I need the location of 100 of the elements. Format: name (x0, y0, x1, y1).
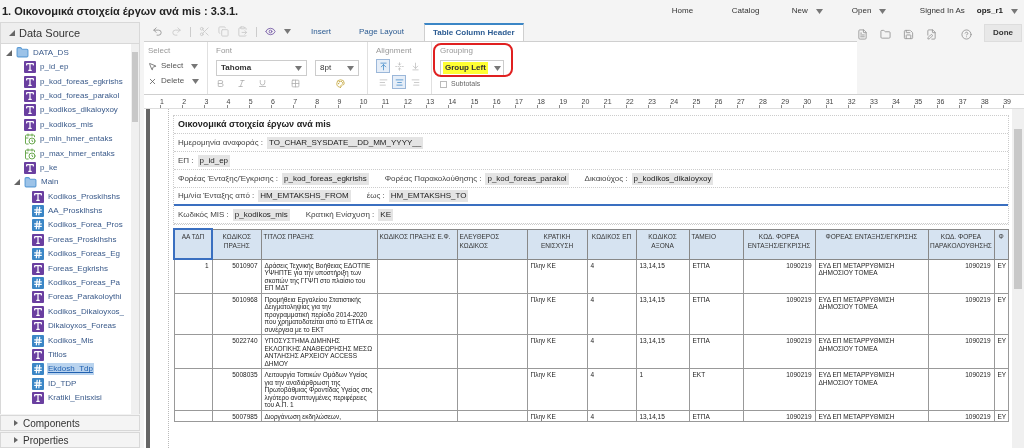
tree-item[interactable]: Kodikos_Mis (47, 334, 95, 347)
paste-icon[interactable] (237, 26, 248, 37)
collapsed-triangle-icon[interactable] (13, 437, 19, 443)
tree-item[interactable]: Kodikos_Dikaioyxos_ (47, 305, 126, 318)
align-middle-icon[interactable] (392, 59, 406, 73)
ribbon-tab[interactable]: Table Column Header (423, 23, 524, 41)
table-cell (457, 293, 527, 335)
table-cell (457, 259, 527, 293)
tree-item[interactable]: p_max_hmer_entaks (39, 147, 116, 160)
tree-item[interactable]: AA_Prosklhshs (47, 205, 104, 218)
tree-item[interactable]: DATA_DS (32, 46, 70, 59)
done-button[interactable]: Done (984, 24, 1022, 42)
tree-item[interactable]: Foreas_Prosklhshs (47, 233, 118, 246)
italic-icon[interactable] (237, 79, 246, 88)
scrollbar[interactable] (1012, 109, 1024, 448)
field-label: Ημερομηνία αναφοράς : (178, 136, 263, 149)
text-field-icon (32, 233, 44, 246)
report-title: Οικονομικά στοιχεία έργων ανά mis (178, 117, 331, 131)
expanded-triangle-icon[interactable] (9, 29, 15, 36)
user-menu[interactable]: ops_r1 (976, 5, 1003, 17)
text-field-icon (32, 305, 44, 318)
group-title: Grouping (440, 45, 474, 57)
caret-icon (284, 29, 291, 34)
caret-icon (191, 63, 199, 69)
table-cell (174, 293, 212, 335)
tree-item[interactable]: ID_TDP (47, 377, 78, 390)
color-icon[interactable] (336, 79, 345, 88)
tree-item[interactable]: Kodikos_Foreas_Pa (47, 277, 122, 290)
field-label: ΕΠ : (178, 154, 194, 167)
field-label: Κρατική Ενίσχυση : (305, 208, 375, 221)
tree-item[interactable]: Kodikos_Foreas_Eg (47, 248, 122, 261)
copy-icon[interactable] (218, 26, 229, 37)
tree-item[interactable]: Foreas_Parakoloythi (47, 291, 123, 304)
align-top-icon[interactable] (376, 59, 390, 73)
undo-icon[interactable] (152, 26, 163, 37)
font-family-select[interactable]: Tahoma (216, 60, 308, 76)
field-placeholder[interactable]: HM_EMTAKSHS_FROM (258, 190, 351, 202)
field-placeholder[interactable]: p_id_ep (197, 154, 231, 167)
ribbon-tab[interactable]: Insert (303, 23, 339, 41)
tree-item[interactable]: p_kodikos_dikaioyxoy (39, 104, 119, 117)
text-field-icon (32, 320, 44, 333)
delete-button[interactable]: Delete (148, 75, 203, 87)
expanded-triangle-icon[interactable] (6, 49, 12, 56)
folder-icon[interactable] (880, 29, 891, 40)
text-field-icon (24, 104, 36, 117)
grouping-select[interactable]: Group Left (440, 60, 504, 76)
preview-icon[interactable] (265, 26, 276, 37)
redo-icon[interactable] (171, 26, 182, 37)
align-center-icon[interactable] (392, 75, 406, 89)
number-field-icon (32, 248, 44, 261)
tree-item[interactable]: p_kod_foreas_parakol (39, 89, 121, 102)
new-document-icon[interactable] (857, 29, 868, 40)
border-icon[interactable] (291, 79, 300, 88)
field-placeholder[interactable]: TO_CHAR_SYSDATE__DD_MM_YYYY__ (267, 136, 424, 149)
field-placeholder[interactable]: KE (378, 208, 393, 221)
field-placeholder[interactable]: p_kodikos_dikaioyxoy (631, 172, 714, 185)
save-icon[interactable] (903, 29, 914, 40)
field-placeholder[interactable]: HM_EMTAKSHS_TO (388, 190, 469, 202)
save-as-icon[interactable] (926, 29, 937, 40)
expanded-triangle-icon[interactable] (14, 179, 20, 186)
scrollbar[interactable] (131, 43, 139, 414)
tree-item[interactable]: Dikaioyxos_Foreas (47, 320, 118, 333)
select-button[interactable]: Select (148, 60, 203, 72)
nav-link[interactable]: Home (671, 5, 694, 17)
tree-item[interactable]: p_kod_foreas_egkrishs (39, 75, 124, 88)
cut-icon[interactable] (199, 26, 210, 37)
bold-icon[interactable] (216, 79, 225, 88)
field-placeholder[interactable]: p_kodikos_mis (232, 208, 290, 221)
tree-item[interactable]: Kratiki_Enisxisi (47, 392, 103, 405)
field-placeholder[interactable]: p_kod_foreas_egkrishs (282, 172, 369, 185)
date-field-icon (24, 133, 36, 146)
close-icon (148, 76, 157, 86)
table-cell (174, 410, 212, 422)
collapsed-triangle-icon[interactable] (13, 420, 19, 426)
tree-item[interactable]: Kodikos_Proskihshs (47, 190, 122, 203)
table-cell (457, 368, 527, 410)
tree-item[interactable]: p_kodikos_mis (39, 118, 94, 131)
subtotals-checkbox[interactable] (440, 80, 447, 88)
caret-icon (815, 8, 823, 14)
help-icon[interactable] (961, 29, 972, 40)
group-title: Select (148, 45, 172, 57)
nav-link[interactable]: Catalog (731, 5, 760, 17)
table-cell (457, 334, 527, 369)
underline-icon[interactable] (258, 79, 267, 88)
tree-item[interactable]: p_id_ep (39, 61, 70, 74)
font-size-select[interactable]: 8pt (315, 60, 359, 76)
field-placeholder[interactable]: p_kod_foreas_parakol (485, 172, 569, 185)
text-field-icon (32, 262, 44, 275)
tree-item[interactable]: Foreas_Egkrishs (47, 262, 110, 275)
tree-item[interactable]: Titlos (47, 349, 68, 361)
table-cell (457, 410, 527, 422)
ribbon-tab[interactable]: Page Layout (351, 23, 412, 41)
nav-link[interactable]: New (791, 5, 808, 17)
tree-item[interactable]: p_min_hmer_entaks (39, 133, 114, 146)
nav-link[interactable]: Open (851, 5, 872, 17)
tree-item[interactable]: Kodikos_Forea_Pros (47, 219, 124, 232)
tree-item[interactable]: p_ke (39, 161, 59, 174)
number-field-icon (32, 363, 44, 376)
tree-item[interactable]: Ekdosh_Tdp (47, 363, 94, 376)
tree-item[interactable]: Main (40, 176, 60, 189)
